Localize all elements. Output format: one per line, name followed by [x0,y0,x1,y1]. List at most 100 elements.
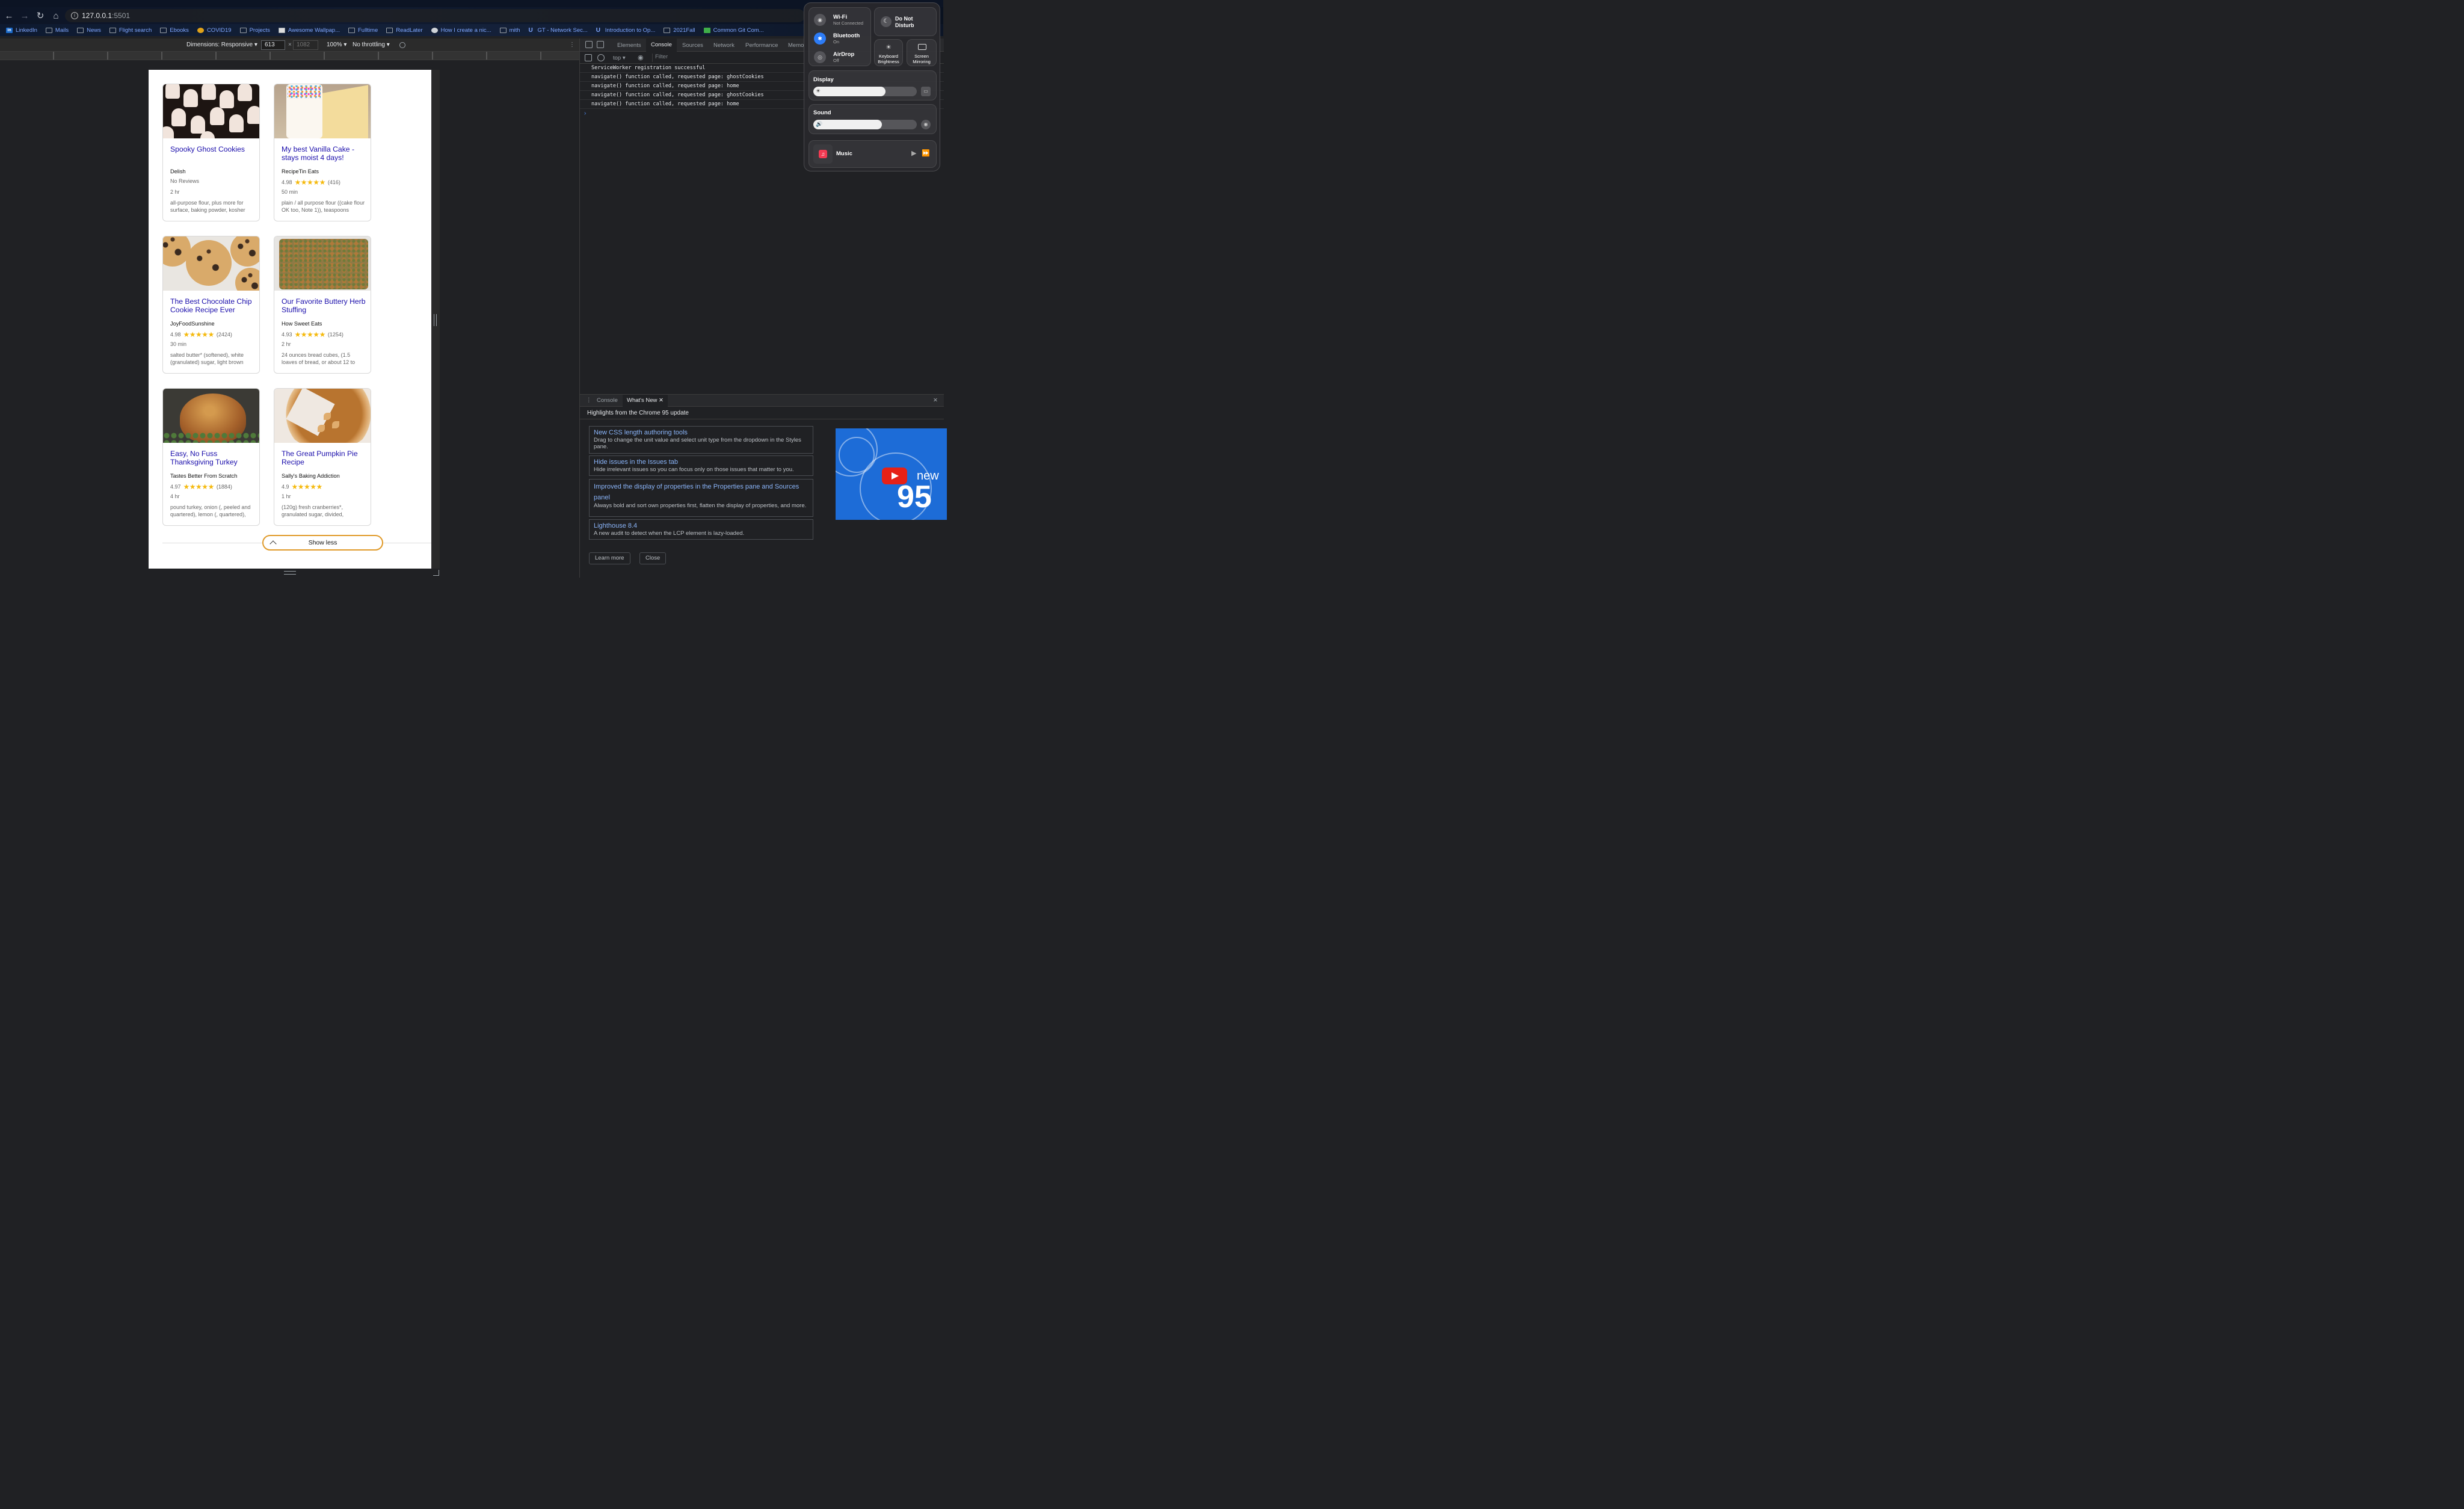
context-selector[interactable]: top ▾ [613,55,626,61]
site-info-icon[interactable]: i [71,12,78,19]
tab-sources[interactable]: Sources [682,42,703,49]
resize-corner-icon[interactable] [433,570,439,576]
bookmark-mith[interactable]: mith [499,27,520,34]
devtools-drawer: ⋮ Console What's New ✕ ✕ Highlights from… [580,394,947,578]
width-input[interactable]: 613 [261,40,285,50]
display-brightness-slider[interactable]: ☀ [813,87,917,96]
bookmark-linkedin[interactable]: in LinkedIn [6,27,37,34]
bookmark-introduction[interactable]: U Introduction to Op... [596,27,655,34]
bookmark-common-git[interactable]: Common Git Com... [703,27,764,34]
recipe-card[interactable]: Our Favorite Buttery Herb Stuffing How S… [274,236,371,374]
airplay-audio-icon[interactable]: ◉ [921,120,931,129]
bookmark-mails[interactable]: Mails [45,27,69,34]
more-options-icon[interactable]: ⋮ [569,42,575,48]
resize-grip-icon[interactable] [434,314,437,326]
address-bar[interactable]: i 127.0.0.1:5501 [65,9,805,22]
tab-network[interactable]: Network [713,42,735,49]
home-icon[interactable]: ⌂ [49,9,63,22]
zoom-dropdown[interactable]: 100% ▾ [327,42,346,48]
bookmark-projects[interactable]: Projects [239,27,270,34]
back-icon[interactable]: ← [2,9,16,22]
play-icon[interactable]: ▶ [911,149,916,157]
drawer-tab-console[interactable]: Console [597,397,618,404]
drawer-menu-icon[interactable]: ⋮ [586,397,592,404]
recipe-title[interactable]: The Great Pumpkin Pie Recipe [282,449,366,466]
sound-volume-fill [813,120,882,129]
feature-title[interactable]: New CSS length authoring tools [594,428,808,437]
close-tab-icon[interactable]: ✕ [659,397,664,404]
inspect-element-icon[interactable] [585,41,593,48]
recipe-card[interactable]: Spooky Ghost Cookies Delish No Reviews 2… [162,84,260,221]
sidebar-toggle-icon[interactable] [585,54,592,61]
throttling-dropdown[interactable]: No throttling ▾ [353,42,390,48]
feature-item[interactable]: New CSS length authoring tools Drag to c… [589,426,813,454]
resize-grip-bottom-icon[interactable] [284,571,296,575]
recipe-card[interactable]: The Great Pumpkin Pie Recipe Sally's Bak… [274,388,371,526]
recipe-card[interactable]: Easy, No Fuss Thanksgiving Turkey Tastes… [162,388,260,526]
recipe-title[interactable]: Our Favorite Buttery Herb Stuffing [282,297,366,314]
dimensions-dropdown[interactable]: Dimensions: Responsive ▾ [186,42,257,48]
clear-console-icon[interactable] [597,54,605,61]
bookmark-fulltime[interactable]: Fulltime [348,27,378,34]
recipe-title[interactable]: Easy, No Fuss Thanksgiving Turkey [170,449,254,466]
bookmark-news[interactable]: News [77,27,101,34]
screen-mirroring-button[interactable]: Screen Mirroring [907,39,937,66]
fast-forward-icon[interactable]: ⏩ [922,149,930,157]
display-brightness-fill [813,87,886,96]
control-center: ◉ Wi-Fi Not Connected ✱ Bluetooth On ◎ A… [804,2,940,171]
bookmark-gt-network-sec[interactable]: U GT - Network Sec... [529,27,588,34]
recipe-title[interactable]: My best Vanilla Cake - stays moist 4 day… [282,145,366,162]
star-rating-icon: ★★★★★ [183,330,215,339]
recipe-org: RecipeTin Eats [282,168,319,174]
learn-more-button[interactable]: Learn more [589,552,630,564]
music-panel[interactable]: ♫ Music ▶ ⏩ [808,140,937,168]
close-drawer-icon[interactable]: ✕ [933,397,938,404]
bookmark-how-i-create[interactable]: How I create a nic... [431,27,491,34]
close-button[interactable]: Close [639,552,667,564]
show-less-button[interactable]: Show less [262,535,383,551]
bookmark-readlater[interactable]: ReadLater [386,27,423,34]
bookmark-2021fall[interactable]: 2021Fall [664,27,695,34]
rotate-icon[interactable] [399,42,405,48]
reload-icon[interactable]: ↻ [34,9,47,22]
tab-console[interactable]: Console [646,39,677,52]
filter-input[interactable]: Filter [652,54,808,62]
tab-memory[interactable]: Memo [788,42,804,49]
device-toggle-icon[interactable] [597,41,604,48]
bookmark-ebooks[interactable]: Ebooks [160,27,189,34]
folder-icon [77,27,84,33]
feature-item[interactable]: Hide issues in the Issues tab Hide irrel… [589,455,813,476]
feature-item[interactable]: Improved the display of properties in th… [589,479,813,517]
bookmark-covid19[interactable]: COVID19 [197,27,232,34]
recipe-image-herb-stuffing [274,236,371,291]
recipe-card[interactable]: The Best Chocolate Chip Cookie Recipe Ev… [162,236,260,374]
bookmark-awesome-wallpapers[interactable]: Awesome Wallpap... [278,27,340,34]
feature-title[interactable]: Lighthouse 8.4 [594,522,808,531]
recipe-rating: 4.98 ★★★★★ (416) [282,178,340,187]
tab-performance[interactable]: Performance [745,42,778,49]
folder-icon [160,27,167,33]
display-settings-icon[interactable]: ▭ [921,87,931,96]
drawer-tab-whats-new[interactable]: What's New ✕ [623,395,668,407]
eye-icon[interactable]: ◉ [638,54,644,61]
feature-title[interactable]: Hide issues in the Issues tab [594,458,808,467]
do-not-disturb-toggle[interactable]: ☾ Do Not Disturb [874,7,937,36]
chrome-95-video-thumbnail[interactable]: new 95 [836,428,947,520]
keyboard-brightness-button[interactable]: ☀ Keyboard Brightness [874,39,903,66]
console-prompt-icon[interactable]: › [584,110,586,117]
bookmark-flight-search[interactable]: Flight search [109,27,152,34]
feature-item[interactable]: Lighthouse 8.4 A new audit to detect whe… [589,519,813,540]
navigation-bar: ← → ↻ ⌂ i 127.0.0.1:5501 [0,7,943,24]
recipe-title[interactable]: The Best Chocolate Chip Cookie Recipe Ev… [170,297,254,314]
height-input[interactable]: 1082 [293,40,318,50]
recipe-title[interactable]: Spooky Ghost Cookies [170,145,254,153]
forward-icon[interactable]: → [18,9,31,22]
site-favicon-icon: U [596,26,601,34]
tab-elements[interactable]: Elements [617,42,641,49]
recipe-card[interactable]: My best Vanilla Cake - stays moist 4 day… [274,84,371,221]
feature-title[interactable]: Improved the display of properties in th… [594,481,808,503]
star-rating-icon: ★★★★★ [294,330,326,339]
site-favicon-icon [197,27,204,33]
sound-volume-slider[interactable]: 🔊 [813,120,917,129]
recipe-image-turkey [163,389,259,443]
